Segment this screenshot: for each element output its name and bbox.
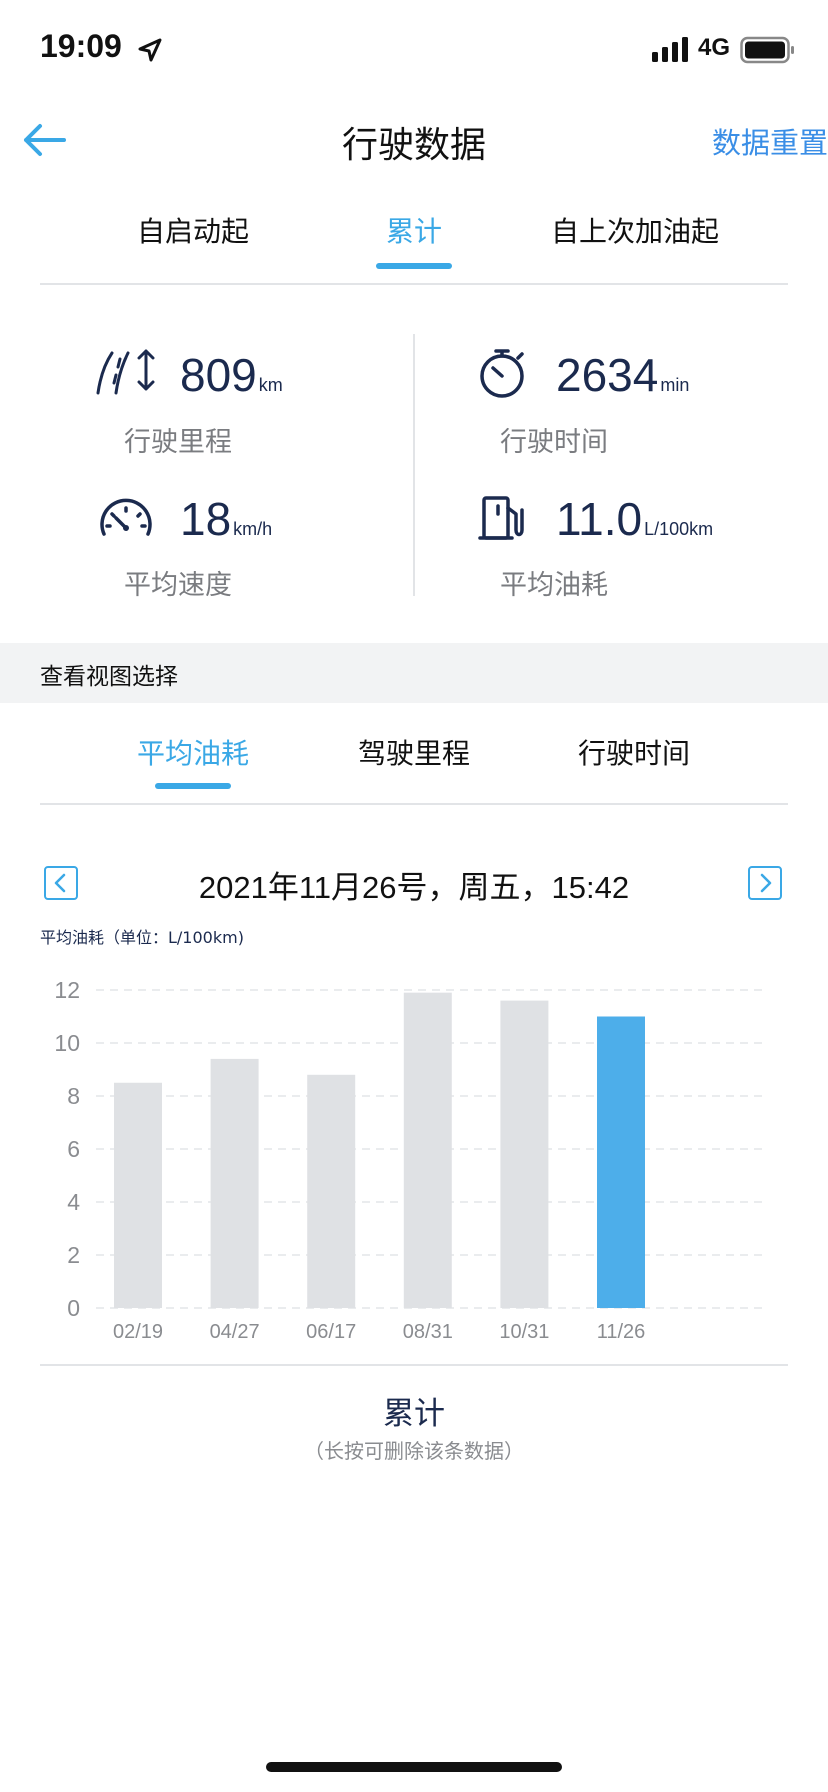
x-tick-label: 06/17 — [306, 1321, 356, 1343]
page-title: 行驶数据 — [341, 125, 486, 166]
speedometer-icon — [100, 498, 152, 536]
next-date-button[interactable] — [748, 866, 782, 900]
view-tab-time[interactable]: 行驶时间 — [559, 732, 709, 772]
fuel-value: 11.0 L/100km — [556, 493, 714, 545]
view-select-title: 查看视图选择 — [40, 664, 178, 690]
speed-unit: km/h — [233, 519, 273, 539]
chart-caption: 平均油耗（单位：L/100km) — [40, 928, 244, 947]
tabs-divider — [40, 283, 788, 285]
y-tick-label: 2 — [67, 1242, 80, 1268]
status-time: 19:09 — [40, 28, 122, 64]
tab-active-indicator — [376, 263, 452, 269]
summary-title: 累计 — [383, 1396, 445, 1432]
x-tick-label: 11/26 — [597, 1321, 646, 1343]
mileage-value: 809 km — [180, 349, 283, 401]
bar-04-27[interactable] — [210, 1058, 259, 1308]
fuel-label: 平均油耗 — [500, 570, 608, 601]
y-tick-label: 0 — [67, 1295, 80, 1321]
y-tick-label: 10 — [54, 1030, 80, 1056]
summary-hint: （长按可删除该条数据） — [304, 1439, 524, 1463]
stats-divider — [413, 334, 415, 596]
bar-10-31[interactable] — [500, 1000, 549, 1308]
view-tab-mileage[interactable]: 驾驶里程 — [339, 732, 489, 772]
tab-since-refuel[interactable]: 自上次加油起 — [540, 210, 730, 250]
fuel-unit: L/100km — [644, 519, 714, 539]
road-distance-icon — [96, 349, 155, 395]
signal-icon — [652, 37, 688, 62]
bar-02-19[interactable] — [114, 1082, 162, 1308]
time-label: 行驶时间 — [500, 427, 608, 458]
time-value: 2634 min — [556, 349, 690, 401]
x-tick-label: 04/27 — [210, 1321, 260, 1343]
date-label: 2021年11月26号，周五，15:42 — [198, 870, 630, 905]
speed-value: 18 km/h — [180, 493, 273, 545]
bar-11-26[interactable] — [597, 1016, 645, 1309]
fuel-bar-chart: 0 2 4 6 8 10 12 02/19 04/27 06/17 08/31 10/31 11/26 — [54, 977, 764, 1343]
y-tick-label: 6 — [67, 1136, 80, 1162]
fuel-pump-icon — [478, 496, 524, 540]
speed-label: 平均速度 — [124, 570, 232, 601]
view-tab-fuel[interactable]: 平均油耗 — [118, 732, 268, 772]
mileage-label: 行驶里程 — [124, 427, 232, 458]
view-tab-active-indicator — [155, 783, 231, 789]
bar-08-31[interactable] — [403, 992, 452, 1308]
y-tick-label: 8 — [67, 1083, 80, 1109]
tab-since-start[interactable]: 自启动起 — [118, 210, 268, 250]
location-arrow-icon — [138, 38, 162, 62]
view-select-section: 查看视图选择 — [0, 643, 828, 703]
network-label: 4G — [698, 34, 731, 61]
x-tick-label: 08/31 — [403, 1321, 453, 1343]
battery-icon — [740, 36, 794, 64]
status-bar: 19:09 4G — [0, 0, 828, 100]
y-tick-label: 4 — [67, 1189, 80, 1215]
bar-06-17[interactable] — [307, 1074, 356, 1308]
y-tick-label: 12 — [54, 977, 80, 1003]
data-reset-button[interactable]: 数据重置 — [712, 120, 828, 162]
time-unit: min — [660, 375, 690, 395]
stopwatch-icon — [480, 349, 524, 398]
chevron-right-icon — [760, 873, 772, 893]
view-tabs-divider — [40, 803, 788, 805]
x-tick-label: 02/19 — [113, 1321, 163, 1343]
tab-cumulative[interactable]: 累计 — [339, 210, 489, 250]
home-indicator[interactable] — [266, 1762, 562, 1772]
mileage-unit: km — [258, 375, 283, 395]
chart-divider — [40, 1364, 788, 1366]
x-tick-label: 10/31 — [499, 1321, 549, 1343]
